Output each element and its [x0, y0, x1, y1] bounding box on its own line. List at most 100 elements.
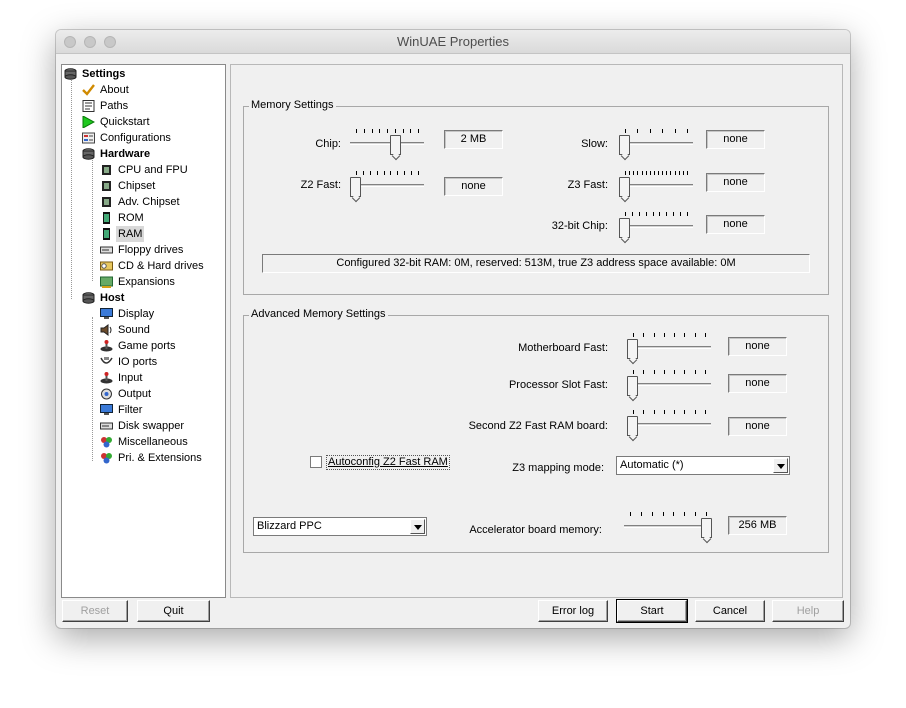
second-z2-fast-ram-slider-thumb[interactable] [627, 416, 638, 436]
slider-tick [666, 212, 668, 216]
second-z2-fast-ram-slider[interactable] [627, 410, 711, 440]
slider-tick [356, 129, 357, 133]
slider-tick [387, 129, 388, 133]
z2-fast-label: Z2 Fast: [300, 179, 341, 191]
chip-slider-thumb[interactable] [390, 135, 401, 155]
slider-tick [663, 333, 665, 337]
motherboard-fast-value: none [728, 337, 787, 356]
error-log-button[interactable]: Error log [538, 600, 608, 622]
slider-tick [649, 129, 651, 133]
z3-mapping-mode-value: Automatic (*) [620, 459, 684, 471]
chip-value: 2 MB [444, 130, 503, 149]
start-button[interactable]: Start [616, 599, 688, 623]
settings-tree[interactable]: Settings About Paths Quickstart Configur… [61, 64, 226, 598]
slider-tick [674, 410, 676, 414]
input-joystick-icon [100, 372, 113, 384]
slider-tick [631, 212, 633, 216]
accelerator-board-memory-slider-thumb[interactable] [701, 518, 712, 538]
slider-tick [658, 171, 660, 175]
processor-slot-fast-value: none [728, 374, 787, 393]
slider-tick [674, 370, 676, 374]
slider-tick [694, 410, 696, 414]
miscellaneous-icon [101, 437, 112, 448]
slider-tick [630, 512, 631, 516]
slow-slider-thumb[interactable] [619, 135, 630, 155]
z3-fast-label: Z3 Fast: [567, 179, 608, 191]
slider-tick [649, 171, 651, 175]
processor-slot-fast-slider[interactable] [627, 370, 711, 400]
slider-tick [651, 512, 653, 516]
32-bit-chip-slider[interactable] [619, 212, 693, 242]
slow-label: Slow: [581, 138, 608, 150]
slider-tick [653, 370, 655, 374]
autoconfig-z2-fast-ram-label[interactable]: Autoconfig Z2 Fast RAM [326, 455, 450, 470]
32-bit-chip-slider-thumb[interactable] [619, 218, 630, 238]
z3-mapping-mode-select[interactable]: Automatic (*) [616, 456, 790, 475]
slider-tick [638, 212, 640, 216]
chevron-down-icon[interactable] [773, 458, 788, 473]
slider-tick [404, 171, 406, 175]
help-button[interactable]: Help [772, 600, 844, 622]
slider-tick [402, 129, 404, 133]
configurations-icon [82, 132, 95, 144]
reset-button[interactable]: Reset [62, 600, 128, 622]
slider-tick [705, 333, 706, 337]
slider-tick [706, 512, 707, 516]
slider-tick [397, 171, 399, 175]
processor-slot-fast-slider-thumb[interactable] [627, 376, 638, 396]
accelerator-board-memory-value: 256 MB [728, 516, 787, 535]
z2-fast-value: none [444, 177, 503, 196]
slider-tick [684, 333, 686, 337]
slider-tick [641, 171, 643, 175]
joystick-icon [100, 340, 113, 352]
monitor-icon [100, 308, 113, 319]
slider-tick [643, 370, 645, 374]
cancel-button[interactable]: Cancel [695, 600, 765, 622]
slider-tick [629, 171, 631, 175]
slider-tick [674, 129, 676, 133]
quit-button[interactable]: Quit [137, 600, 210, 622]
motherboard-fast-slider[interactable] [627, 333, 711, 363]
chevron-down-icon[interactable] [410, 519, 425, 534]
slider-tick [633, 171, 635, 175]
slider-tick [684, 410, 686, 414]
slider-tick [680, 212, 682, 216]
slider-tick [369, 171, 371, 175]
filter-monitor-icon [100, 404, 113, 415]
accelerator-board-memory-slider[interactable] [624, 512, 712, 542]
z3-fast-slider-thumb[interactable] [619, 177, 630, 197]
chip-slider[interactable] [350, 129, 424, 159]
motherboard-fast-slider-thumb[interactable] [627, 339, 638, 359]
slider-tick [390, 171, 392, 175]
window-title: WinUAE Properties [397, 34, 509, 49]
slider-tick [645, 212, 647, 216]
z3-fast-slider[interactable] [619, 171, 693, 201]
memory-settings-group: Memory Settings Chip: 2 MB Slow: none Z2… [243, 99, 829, 295]
slider-tick [659, 212, 661, 216]
memory-chip-icon [103, 228, 110, 240]
chip-label: Chip: [315, 138, 341, 150]
slider-tick [682, 171, 684, 175]
second-z2-fast-ram-label: Second Z2 Fast RAM board: [468, 420, 608, 432]
slider-tick [363, 129, 365, 133]
32-bit-chip-value: none [706, 215, 765, 234]
slider-tick [678, 171, 680, 175]
accelerator-board-select[interactable]: Blizzard PPC [253, 517, 427, 536]
z2-fast-slider-thumb[interactable] [350, 177, 361, 197]
slider-tick [625, 171, 626, 175]
slider-tick [694, 333, 696, 337]
slider-tick [362, 171, 364, 175]
slow-slider[interactable] [619, 129, 693, 159]
slider-tick [674, 171, 676, 175]
z2-fast-slider[interactable] [350, 171, 424, 201]
autoconfig-z2-fast-ram-checkbox[interactable] [310, 456, 322, 468]
slider-tick [653, 333, 655, 337]
slider-tick [356, 171, 357, 175]
chip-icon [102, 165, 111, 175]
hard-drive-icon [100, 261, 113, 271]
slider-tick [705, 370, 706, 374]
host-disk-icon [82, 292, 95, 304]
slider-tick [663, 370, 665, 374]
slider-tick [662, 129, 664, 133]
slider-tick [652, 212, 654, 216]
